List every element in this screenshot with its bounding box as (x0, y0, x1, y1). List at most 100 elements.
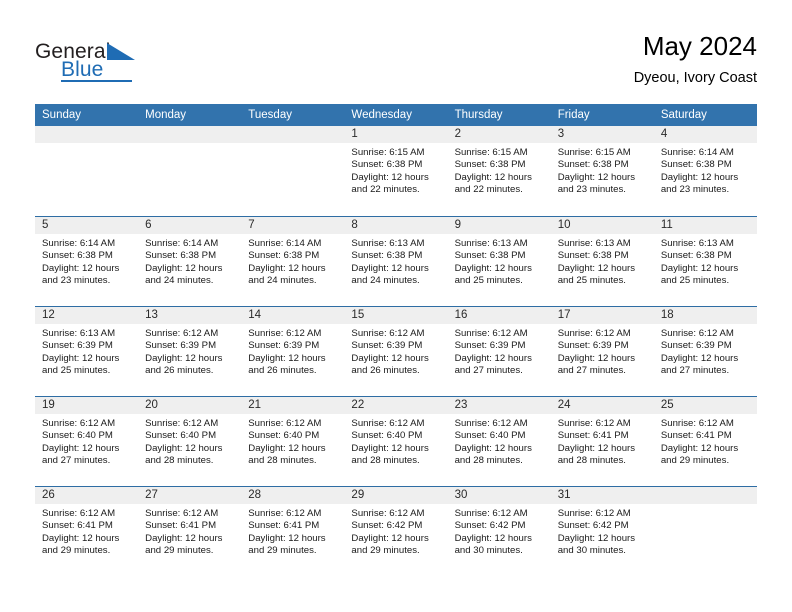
sunset-text: Sunset: 6:42 PM (351, 520, 423, 532)
calendar-day-cell[interactable]: 9 Sunrise: 6:13 AM Sunset: 6:38 PM Daylight… (447, 217, 551, 306)
calendar-day-cell[interactable]: 24 Sunrise: 6:12 AM Sunset: 6:41 PM Dayligh… (550, 397, 654, 486)
day-number-band: 27 (138, 487, 242, 504)
sunrise-text: Sunrise: 6:15 AM (557, 147, 631, 158)
calendar-day-cell[interactable]: 1 Sunrise: 6:15 AM Sunset: 6:38 PM Daylight… (344, 126, 448, 216)
calendar-day-cell[interactable]: 21 Sunrise: 6:12 AM Sunset: 6:40 PM Dayligh… (241, 397, 345, 486)
calendar-day-cell[interactable]: 23 Sunrise: 6:12 AM Sunset: 6:40 PM Dayligh… (447, 397, 551, 486)
calendar-day-cell[interactable]: 8 Sunrise: 6:13 AM Sunset: 6:38 PM Daylight… (344, 217, 448, 306)
sunset-text: Sunset: 6:38 PM (454, 250, 526, 262)
calendar-day-cell[interactable]: 3 Sunrise: 6:15 AM Sunset: 6:38 PM Daylight… (550, 126, 654, 216)
day-sun-info: Sunrise: 6:12 AM Sunset: 6:42 PM Daylight:… (551, 504, 654, 558)
daylight-text: Daylight: 12 hours and 25 minutes. (557, 262, 636, 287)
calendar-day-cell[interactable]: 10 Sunrise: 6:13 AM Sunset: 6:38 PM Dayligh… (550, 217, 654, 306)
calendar-day-cell[interactable]: 13 Sunrise: 6:12 AM Sunset: 6:39 PM Dayligh… (138, 307, 242, 396)
daylight-text: Daylight: 12 hours and 23 minutes. (660, 171, 739, 196)
sunset-text: Sunset: 6:38 PM (248, 250, 320, 262)
calendar-day-cell[interactable]: 5 Sunrise: 6:14 AM Sunset: 6:38 PM Daylight… (35, 217, 139, 306)
day-number-band: 31 (550, 487, 654, 504)
sunrise-text: Sunrise: 6:12 AM (248, 418, 322, 429)
day-number-band: 24 (550, 397, 654, 414)
day-number-band: 26 (35, 487, 139, 504)
daylight-text: Daylight: 12 hours and 26 minutes. (145, 352, 223, 377)
daylight-text: Daylight: 12 hours and 29 minutes. (42, 532, 120, 557)
calendar-day-cell[interactable]: 2 Sunrise: 6:15 AM Sunset: 6:38 PM Daylight… (447, 126, 551, 216)
sunrise-text: Sunrise: 6:12 AM (248, 508, 322, 519)
sunset-text: Sunset: 6:41 PM (557, 430, 629, 442)
day-number: 29 (351, 489, 365, 501)
daylight-text: Daylight: 12 hours and 29 minutes. (351, 532, 429, 557)
daylight-text: Daylight: 12 hours and 29 minutes. (248, 532, 326, 557)
sunset-text: Sunset: 6:39 PM (660, 340, 732, 352)
calendar-day-cell[interactable]: 19 Sunrise: 6:12 AM Sunset: 6:40 PM Dayligh… (35, 397, 139, 486)
day-sun-info: Sunrise: 6:12 AM Sunset: 6:40 PM Daylight:… (35, 414, 138, 468)
day-number-band: 29 (344, 487, 448, 504)
page-subtitle: Dyeou, Ivory Coast (633, 70, 757, 86)
calendar-day-cell[interactable]: 16 Sunrise: 6:12 AM Sunset: 6:39 PM Dayligh… (447, 307, 551, 396)
general-blue-logo[interactable]: General Blue (35, 40, 175, 84)
calendar-day-cell[interactable]: 26 Sunrise: 6:12 AM Sunset: 6:41 PM Dayligh… (35, 487, 139, 576)
day-number-band: 17 (550, 307, 654, 324)
sunset-text: Sunset: 6:38 PM (660, 159, 732, 171)
day-number: 23 (454, 399, 468, 411)
day-number-band: 12 (35, 307, 139, 324)
day-sun-info: Sunrise: 6:12 AM Sunset: 6:42 PM Daylight:… (448, 504, 551, 558)
calendar-day-cell[interactable]: 22 Sunrise: 6:12 AM Sunset: 6:40 PM Dayligh… (344, 397, 448, 486)
day-sun-info: Sunrise: 6:12 AM Sunset: 6:40 PM Daylight:… (138, 414, 241, 468)
sunset-text: Sunset: 6:39 PM (351, 340, 423, 352)
day-sun-info: Sunrise: 6:14 AM Sunset: 6:38 PM Daylight:… (241, 234, 344, 288)
calendar-day-cell[interactable]: 11 Sunrise: 6:13 AM Sunset: 6:38 PM Dayligh… (653, 217, 757, 306)
weekday-header-wednesday: Wednesday (351, 109, 412, 121)
calendar-day-cell[interactable]: 12 Sunrise: 6:13 AM Sunset: 6:39 PM Dayligh… (35, 307, 139, 396)
calendar-day-cell[interactable]: 14 Sunrise: 6:12 AM Sunset: 6:39 PM Dayligh… (241, 307, 345, 396)
day-sun-info: Sunrise: 6:12 AM Sunset: 6:39 PM Daylight:… (138, 324, 241, 378)
sunrise-text: Sunrise: 6:12 AM (351, 328, 425, 339)
day-sun-info: Sunrise: 6:12 AM Sunset: 6:40 PM Daylight:… (448, 414, 551, 468)
calendar-day-cell[interactable]: 31 Sunrise: 6:12 AM Sunset: 6:42 PM Dayligh… (550, 487, 654, 576)
calendar-day-cell-empty (138, 126, 242, 216)
sunrise-text: Sunrise: 6:12 AM (660, 328, 734, 339)
day-number: 4 (660, 128, 668, 140)
sunset-text: Sunset: 6:41 PM (145, 520, 217, 532)
day-number: 26 (42, 489, 55, 501)
calendar-day-cell[interactable]: 7 Sunrise: 6:14 AM Sunset: 6:38 PM Daylight… (241, 217, 345, 306)
day-number-band: 4 (653, 126, 757, 143)
daylight-text: Daylight: 12 hours and 27 minutes. (42, 442, 120, 467)
daylight-text: Daylight: 12 hours and 26 minutes. (248, 352, 326, 377)
calendar-day-cell[interactable]: 30 Sunrise: 6:12 AM Sunset: 6:42 PM Dayligh… (447, 487, 551, 576)
day-sun-info: Sunrise: 6:12 AM Sunset: 6:41 PM Daylight:… (138, 504, 241, 558)
calendar-day-cell[interactable]: 29 Sunrise: 6:12 AM Sunset: 6:42 PM Dayligh… (344, 487, 448, 576)
calendar-day-cell[interactable]: 4 Sunrise: 6:14 AM Sunset: 6:38 PM Daylight… (653, 126, 757, 216)
day-number: 17 (557, 309, 571, 321)
daylight-text: Daylight: 12 hours and 28 minutes. (248, 442, 326, 467)
sunset-text: Sunset: 6:41 PM (248, 520, 320, 532)
day-number: 21 (248, 399, 262, 411)
calendar-day-cell[interactable]: 28 Sunrise: 6:12 AM Sunset: 6:41 PM Dayligh… (241, 487, 345, 576)
sunrise-text: Sunrise: 6:12 AM (557, 328, 631, 339)
calendar-day-cell[interactable]: 25 Sunrise: 6:12 AM Sunset: 6:41 PM Dayligh… (653, 397, 757, 486)
day-number: 2 (454, 128, 461, 140)
daylight-text: Daylight: 12 hours and 29 minutes. (660, 442, 739, 467)
daylight-text: Daylight: 12 hours and 27 minutes. (660, 352, 739, 377)
day-sun-info: Sunrise: 6:12 AM Sunset: 6:39 PM Daylight:… (241, 324, 344, 378)
day-number-band: 2 (447, 126, 551, 143)
weekday-header-thursday: Thursday (454, 109, 503, 121)
day-number-band (241, 126, 345, 143)
sunset-text: Sunset: 6:40 PM (454, 430, 526, 442)
sunset-text: Sunset: 6:41 PM (42, 520, 113, 532)
calendar-day-cell[interactable]: 20 Sunrise: 6:12 AM Sunset: 6:40 PM Dayligh… (138, 397, 242, 486)
sunset-text: Sunset: 6:40 PM (248, 430, 320, 442)
calendar-day-cell[interactable]: 6 Sunrise: 6:14 AM Sunset: 6:38 PM Daylight… (138, 217, 242, 306)
calendar-day-cell[interactable]: 27 Sunrise: 6:12 AM Sunset: 6:41 PM Dayligh… (138, 487, 242, 576)
day-number: 31 (557, 489, 571, 501)
day-sun-info: Sunrise: 6:12 AM Sunset: 6:41 PM Daylight:… (35, 504, 138, 558)
calendar-day-cell-empty (653, 487, 757, 576)
calendar-day-cell[interactable]: 18 Sunrise: 6:12 AM Sunset: 6:39 PM Dayligh… (653, 307, 757, 396)
day-sun-info: Sunrise: 6:14 AM Sunset: 6:38 PM Daylight:… (35, 234, 138, 288)
day-number: 15 (351, 309, 365, 321)
calendar-day-cell-empty (241, 126, 345, 216)
day-number: 1 (351, 128, 358, 140)
calendar-day-cell[interactable]: 17 Sunrise: 6:12 AM Sunset: 6:39 PM Dayligh… (550, 307, 654, 396)
day-number-band (35, 126, 139, 143)
calendar-day-cell[interactable]: 15 Sunrise: 6:12 AM Sunset: 6:39 PM Dayligh… (344, 307, 448, 396)
day-number-band (653, 487, 757, 504)
